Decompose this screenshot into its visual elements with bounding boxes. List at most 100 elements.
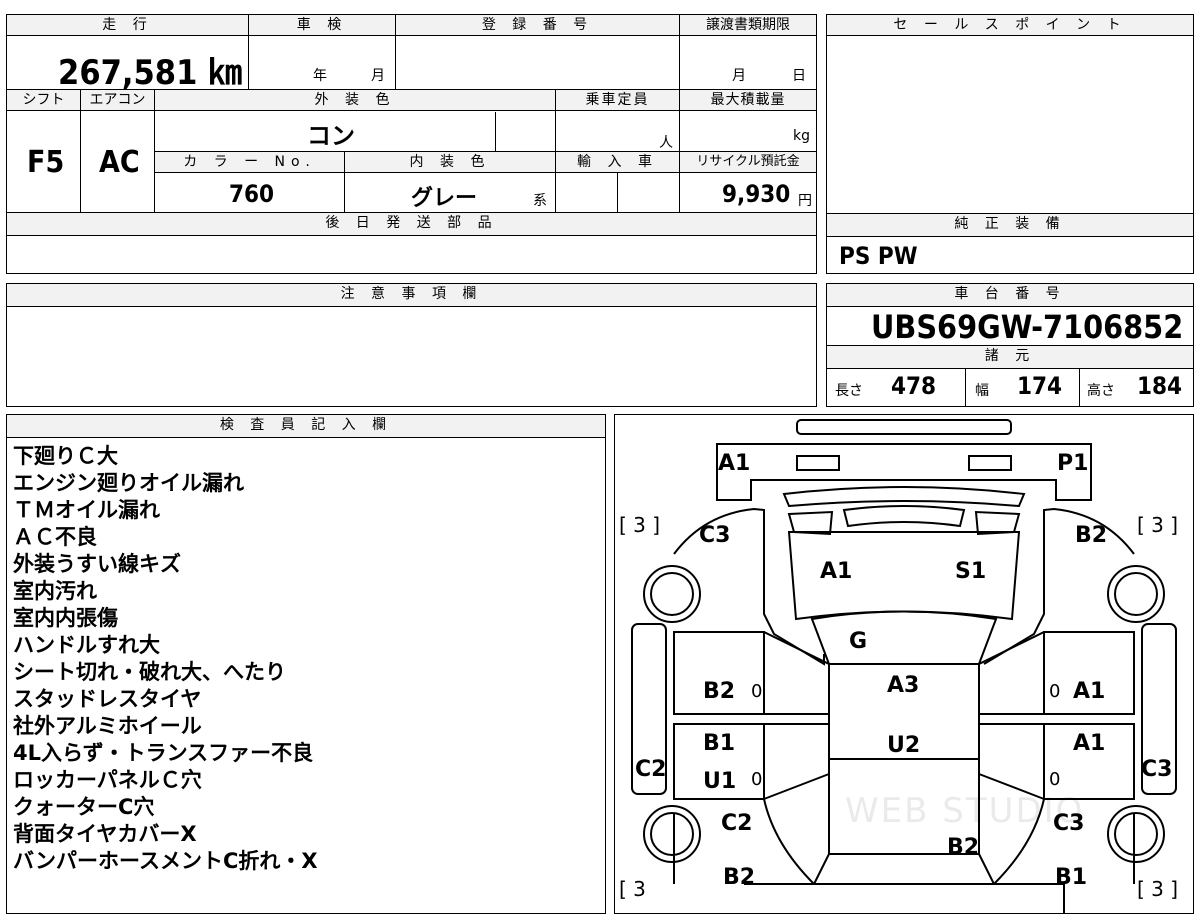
vehicle-diagram: [ 3 ] [ 3 ] [ 3 [ 3 ] A1 P1 C3 B2 A1 S1 …: [614, 414, 1194, 914]
transfer-label: 譲渡書類期限: [679, 14, 817, 36]
sales-point-cell: セ ー ル ス ポ イ ン ト: [826, 14, 1194, 214]
note-line: 4L入らず・トランスファー不良: [13, 741, 314, 765]
mark-fender-left: C3: [699, 523, 731, 548]
shift-label: シフト: [6, 89, 81, 111]
color-no-label: カ ラ ー No.: [154, 151, 345, 173]
mark-roof-front: A3: [887, 673, 920, 698]
maxload-cell: 最大積載量 kg: [679, 89, 817, 152]
genuine-cell: 純 正 装 備 PS PW: [826, 213, 1194, 274]
spec-label: 諸 元: [826, 345, 1194, 369]
width-label: 幅: [975, 383, 989, 399]
recycle-label: リサイクル預託金: [679, 151, 817, 173]
inspection-label: 車 検: [248, 14, 396, 36]
transfer-month: 月: [732, 68, 746, 84]
inspection-month: 月: [371, 68, 385, 84]
inspector-notes: 下廻りＣ大 エンジン廻りオイル漏れ ＴＭオイル漏れ ＡＣ不良 外装うすい線キズ …: [13, 443, 318, 875]
divider: [1079, 368, 1080, 407]
chassis-cell: 車 台 番 号 UBS69GW-7106852 諸 元 長さ 478 幅 174…: [826, 283, 1194, 407]
note-line: スタッドレスタイヤ: [13, 687, 202, 711]
mark-front-right: P1: [1057, 451, 1089, 476]
registration-cell: 登 録 番 号: [395, 14, 680, 90]
mark-roof-rear: U2: [887, 733, 921, 758]
zero-rr: 0: [1049, 769, 1061, 790]
tire-tread-tl: [ 3 ]: [619, 513, 661, 537]
tire-tread-bl: [ 3: [619, 877, 646, 901]
caution-label: 注 意 事 項 欄: [6, 283, 817, 307]
mark-front-left: A1: [718, 451, 751, 476]
mark-door-fr: A1: [1073, 679, 1106, 704]
maxload-unit: kg: [793, 128, 810, 144]
aircon-label: エアコン: [80, 89, 155, 111]
interior-cell: 内 装 色 グレー 系: [344, 151, 556, 213]
mark-rocker-right: C3: [1141, 757, 1173, 782]
capacity-label: 乗車定員: [555, 89, 680, 111]
capacity-unit: 人: [659, 135, 673, 151]
maxload-label: 最大積載量: [679, 89, 817, 111]
registration-label: 登 録 番 号: [395, 14, 680, 36]
later-parts-label: 後 日 発 送 部 品: [6, 212, 817, 236]
tire-tread-tr: [ 3 ]: [1137, 513, 1179, 537]
note-line: 下廻りＣ大: [13, 444, 118, 468]
note-line: 室内内張傷: [13, 606, 118, 630]
zero-rl: 0: [751, 769, 763, 790]
recycle-cell: リサイクル預託金 9,930 円: [679, 151, 817, 213]
mark-rear-left: B2: [723, 865, 756, 890]
note-line: ＴＭオイル漏れ: [13, 498, 160, 522]
mark-rear-right: B1: [1055, 865, 1088, 890]
note-line: ロッカーパネルＣ穴: [13, 768, 202, 792]
color-no-value: 760: [229, 180, 275, 208]
length-label: 長さ: [835, 383, 863, 399]
color-no-cell: カ ラ ー No. 760: [154, 151, 345, 213]
mileage-cell: 走 行 267,581 ㎞: [6, 14, 249, 93]
zero-fl: 0: [751, 681, 763, 702]
divider: [617, 173, 618, 213]
chassis-label: 車 台 番 号: [826, 283, 1194, 307]
interior-label: 内 装 色: [344, 151, 556, 173]
caution-cell: 注 意 事 項 欄: [6, 283, 817, 407]
zero-fr: 0: [1049, 681, 1061, 702]
exterior-value: コン: [307, 122, 355, 150]
divider: [965, 368, 966, 407]
aircon-value: AC: [99, 145, 140, 180]
import-cell: 輸 入 車: [555, 151, 680, 213]
exterior-cell: 外 装 色 コン: [154, 89, 556, 152]
inspector-label: 検 査 員 記 入 欄: [6, 414, 606, 438]
inspection-cell: 車 検 年 月: [248, 14, 396, 90]
genuine-value: PS PW: [839, 242, 918, 270]
later-parts-cell: 後 日 発 送 部 品: [6, 212, 817, 274]
shift-cell: シフト F5: [6, 89, 81, 213]
mileage-value: 267,581 ㎞: [58, 53, 242, 93]
exterior-label: 外 装 色: [154, 89, 556, 111]
interior-value: グレー: [411, 186, 478, 211]
sales-point-label: セ ー ル ス ポ イ ン ト: [826, 14, 1194, 36]
recycle-unit: 円: [798, 193, 812, 209]
height-value: 184: [1137, 372, 1183, 400]
transfer-cell: 譲渡書類期限 月 日: [679, 14, 817, 90]
recycle-value: 9,930: [722, 180, 791, 208]
mark-hood-left: A1: [820, 559, 853, 584]
inspector-cell: 検 査 員 記 入 欄 下廻りＣ大 エンジン廻りオイル漏れ ＴＭオイル漏れ ＡＣ…: [6, 414, 606, 914]
note-line: バンパーホースメントC折れ・X: [13, 849, 318, 873]
length-value: 478: [891, 372, 937, 400]
import-label: 輸 入 車: [555, 151, 680, 173]
mark-back-door: B2: [947, 835, 980, 860]
width-value: 174: [1017, 372, 1063, 400]
height-label: 高さ: [1087, 383, 1115, 399]
mark-hood-right: S1: [955, 559, 987, 584]
mark-rocker-left: C2: [635, 757, 667, 782]
car-outline-diagram: [631, 419, 1177, 914]
mark-door-rr: A1: [1073, 731, 1106, 756]
inspection-year: 年: [313, 68, 327, 84]
note-line: 社外アルミホイール: [13, 714, 202, 738]
note-line: ＡＣ不良: [13, 525, 97, 549]
note-line: ハンドルすれ大: [13, 633, 160, 657]
mark-door-fl: B2: [703, 679, 736, 704]
mileage-label: 走 行: [6, 14, 249, 36]
note-line: クォーターC穴: [13, 795, 155, 819]
mark-quarter-left: C2: [721, 811, 753, 836]
mark-door-rl-bottom: U1: [703, 769, 737, 794]
mark-fender-right: B2: [1075, 523, 1108, 548]
mark-windshield: G: [849, 629, 868, 654]
genuine-label: 純 正 装 備: [826, 213, 1194, 237]
note-line: エンジン廻りオイル漏れ: [13, 471, 244, 495]
